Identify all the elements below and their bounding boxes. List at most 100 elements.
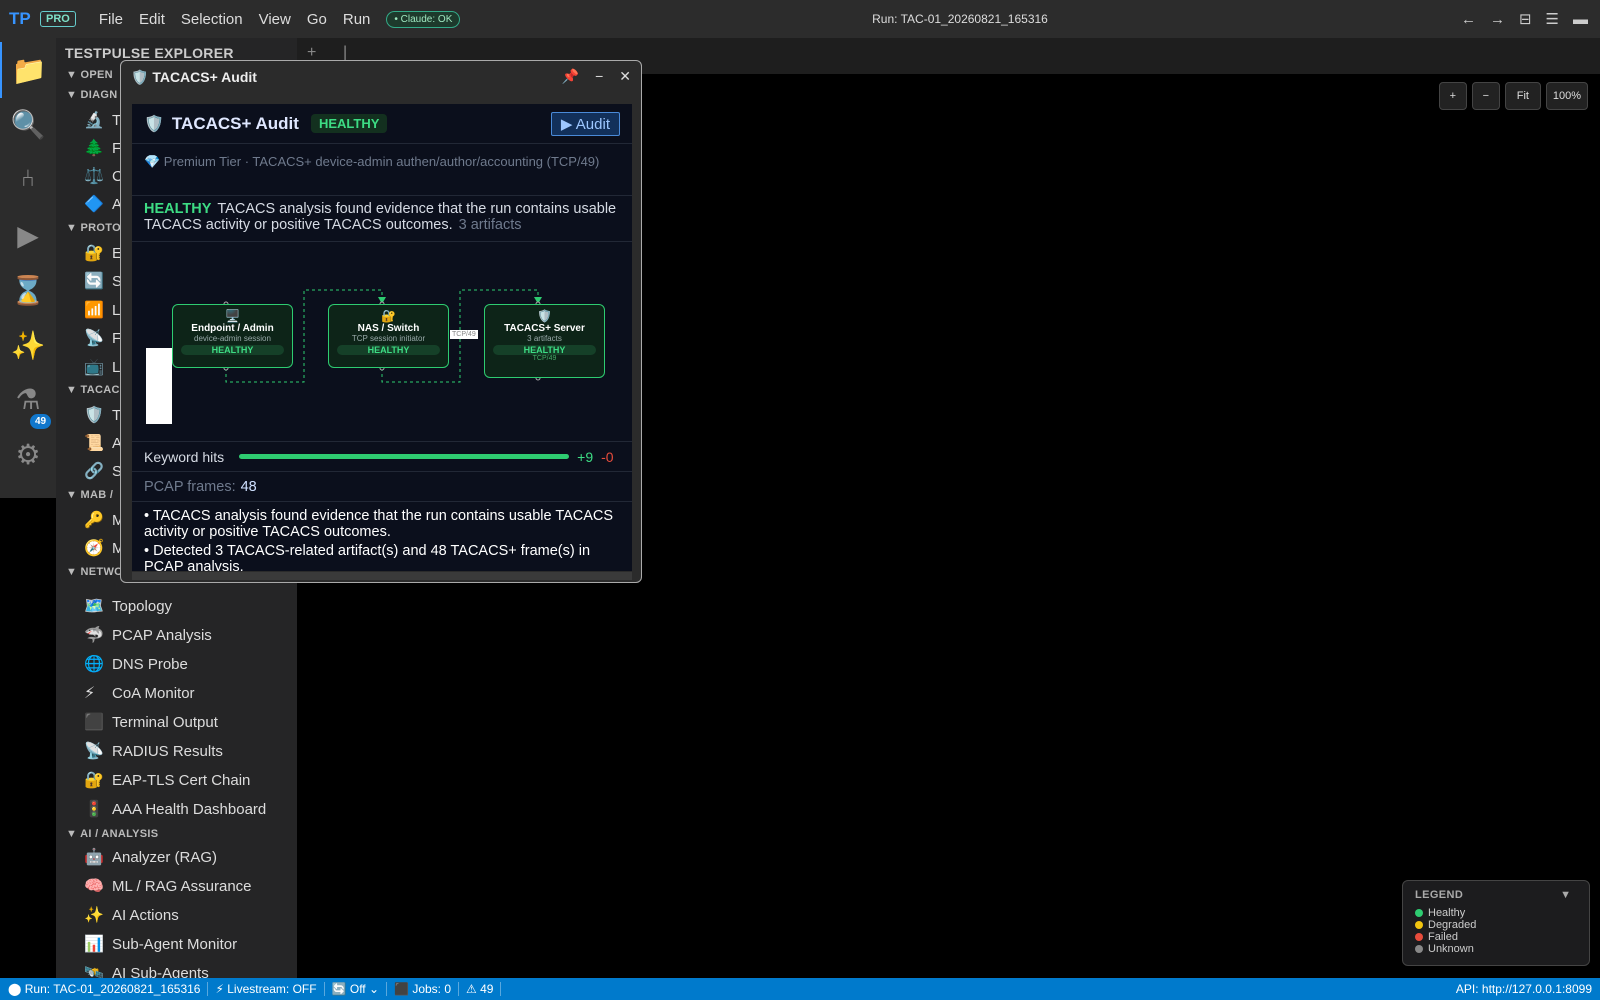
keyword-hits-negative: -0	[601, 448, 614, 465]
source-control-icon[interactable]: ⑃	[0, 151, 56, 207]
node-port-label: TCP/49	[532, 355, 557, 362]
sidebar-item-dns-probe[interactable]: 🌐 DNS Probe	[84, 651, 188, 677]
sidebar-item[interactable]: 🧭 M	[84, 535, 125, 561]
menu-bar: File Edit Selection View Go Run	[91, 11, 379, 28]
sidebar-item-pcap-analysis[interactable]: 🦈 PCAP Analysis	[84, 622, 212, 648]
legend-item-unknown: Unknown	[1415, 943, 1577, 955]
forward-arrow-icon[interactable]: →	[1490, 11, 1505, 28]
menu-selection[interactable]: Selection	[173, 11, 251, 28]
sidebar-item-eap-tls-cert-chain[interactable]: 🔐 EAP-TLS Cert Chain	[84, 767, 250, 793]
sidebar-item-ai-actions[interactable]: ✨ AI Actions	[84, 902, 179, 928]
failed-dot-icon	[1415, 933, 1423, 941]
sidebar-item-aaa-health-dashboard[interactable]: 🚦 AAA Health Dashboard	[84, 796, 266, 822]
status-jobs[interactable]: ⬛ Jobs: 0	[387, 982, 460, 996]
menu-go[interactable]: Go	[299, 11, 335, 28]
keyword-hits-bar	[239, 454, 570, 459]
hourglass-icon[interactable]: ⌛	[0, 262, 56, 318]
node-title: NAS / Switch	[357, 323, 420, 334]
sidebar-item[interactable]: 🔗 S	[84, 458, 122, 484]
section-mab[interactable]: ▼ MAB /	[66, 489, 113, 501]
sidebar-item[interactable]: 🔐 E	[84, 240, 122, 266]
sidebar-item-radius-results[interactable]: 📡 RADIUS Results	[84, 738, 223, 764]
legend-collapse-icon[interactable]: ▼	[1560, 889, 1571, 901]
shark-icon: 🦈	[84, 627, 104, 644]
lock-key-icon: 🔐	[381, 309, 396, 323]
claude-status-badge: • Claude: OK	[386, 10, 461, 28]
sidebar-item[interactable]: 📺 L	[84, 354, 120, 380]
zoom-out-button[interactable]: −	[1471, 82, 1500, 110]
sidebar-item[interactable]: 🔑 M	[84, 507, 125, 533]
menu-view[interactable]: View	[251, 11, 299, 28]
section-diagnostics[interactable]: ▼ DIAGN	[66, 89, 118, 101]
lightning-icon: ⚡	[84, 685, 96, 702]
sparkles-icon[interactable]: ✨	[0, 317, 56, 373]
sidebar-item-sub-agent-monitor[interactable]: 📊 Sub-Agent Monitor	[84, 931, 237, 957]
legend-item-failed: Failed	[1415, 931, 1577, 943]
horizontal-scrollbar[interactable]	[132, 572, 632, 580]
status-refresh[interactable]: 🔄 Off ⌄	[325, 982, 388, 996]
close-icon[interactable]: ✕	[619, 68, 631, 85]
brain-icon: 🧠	[84, 878, 104, 895]
split-layout-icon[interactable]: ⊟	[1519, 10, 1532, 28]
scroll-icon: 📜	[84, 435, 104, 452]
sparkles-icon: ✨	[84, 907, 104, 924]
map-icon: 🗺️	[84, 598, 104, 615]
status-run[interactable]: ⬤ Run: TAC-01_20260821_165316	[0, 982, 209, 996]
shield-icon: 🛡️	[144, 115, 164, 133]
refresh-icon: 🔄	[331, 982, 350, 996]
sidebar-item[interactable]: 🔷 A	[84, 191, 122, 217]
sidebar-item-coa-monitor[interactable]: ⚡ CoA Monitor	[84, 680, 195, 706]
status-badge: HEALTHY	[310, 114, 388, 133]
status-warnings[interactable]: ⚠ 49	[459, 982, 502, 996]
sidebar-item[interactable]: 🔄 S	[84, 268, 122, 294]
node-endpoint-admin[interactable]: 🖥️ Endpoint / Admin device-admin session…	[172, 304, 293, 368]
menu-file[interactable]: File	[91, 11, 131, 28]
summary-text: HEALTHY TACACS analysis found evidence th…	[132, 196, 632, 242]
zoom-in-button[interactable]: +	[1438, 82, 1467, 110]
sidebar-item-analyzer-rag[interactable]: 🤖 Analyzer (RAG)	[84, 844, 217, 870]
section-protocols[interactable]: ▼ PROTO	[66, 222, 121, 234]
sidebar-item[interactable]: 📜 A	[84, 430, 122, 456]
section-ai-analysis[interactable]: ▼ AI / ANALYSIS	[66, 828, 158, 840]
legend-item-degraded: Degraded	[1415, 919, 1577, 931]
hamburger-menu-icon[interactable]: ☰	[1546, 10, 1559, 28]
search-icon[interactable]: 🔍	[0, 96, 56, 152]
node-nas-switch[interactable]: 🔐 NAS / Switch TCP session initiator HEA…	[328, 304, 449, 368]
sidebar-item-ai-sub-agents[interactable]: 🛰️ AI Sub-Agents	[84, 960, 209, 979]
node-subtitle: device-admin session	[194, 334, 271, 343]
sidebar-item[interactable]: ⚖️ C	[84, 163, 123, 189]
zoom-fit-button[interactable]: Fit	[1504, 82, 1541, 110]
node-tacacs-server[interactable]: 🛡️ TACACS+ Server 3 artifacts HEALTHY TC…	[484, 304, 605, 378]
robot-icon: 🤖	[84, 849, 104, 866]
sidebar-item-topology[interactable]: 🗺️ Topology	[84, 593, 172, 619]
minimize-icon[interactable]: −	[595, 68, 603, 85]
sidebar-item-terminal-output[interactable]: ⬛ Terminal Output	[84, 709, 218, 735]
run-play-icon[interactable]: ▶	[0, 207, 56, 263]
panel-toggle-icon[interactable]: ▬	[1573, 11, 1588, 28]
tree-icon: 🌲	[84, 140, 104, 157]
pin-icon[interactable]: 📌	[562, 68, 579, 85]
monitor-icon: 🖥️	[225, 309, 240, 323]
pcap-frames-label: PCAP frames:	[144, 478, 236, 495]
section-tacacs[interactable]: ▼ TACAC	[66, 384, 120, 396]
zoom-level-button[interactable]: 100%	[1545, 82, 1588, 110]
back-arrow-icon[interactable]: ←	[1461, 11, 1476, 28]
audit-button[interactable]: ▶ Audit	[550, 112, 620, 136]
sidebar-item[interactable]: 🛡️ T	[84, 402, 121, 428]
sidebar-item[interactable]: 🌲 F	[84, 135, 121, 161]
status-livestream[interactable]: ⚡ Livestream: OFF	[208, 982, 325, 996]
lock-key-icon: 🔐	[84, 772, 104, 789]
status-bar: ⬤ Run: TAC-01_20260821_165316 ⚡ Livestre…	[0, 978, 1600, 1000]
explorer-folder-icon[interactable]: 📁	[0, 42, 56, 98]
satellite-dish-icon: 🛰️	[84, 965, 104, 978]
sidebar-item[interactable]: 📶 L	[84, 297, 120, 323]
menu-run[interactable]: Run	[335, 11, 379, 28]
section-open[interactable]: ▼ OPEN	[66, 69, 113, 81]
sidebar-item[interactable]: 📡 F	[84, 325, 121, 351]
shield-icon: 🛡️	[84, 407, 104, 424]
menu-edit[interactable]: Edit	[131, 11, 173, 28]
sidebar-item-ml-rag-assurance[interactable]: 🧠 ML / RAG Assurance	[84, 873, 252, 899]
settings-gear-icon[interactable]: ⚙	[0, 426, 56, 482]
sidebar-item[interactable]: 🔬 T	[84, 107, 121, 133]
summary-artifacts: 3 artifacts	[458, 217, 522, 233]
